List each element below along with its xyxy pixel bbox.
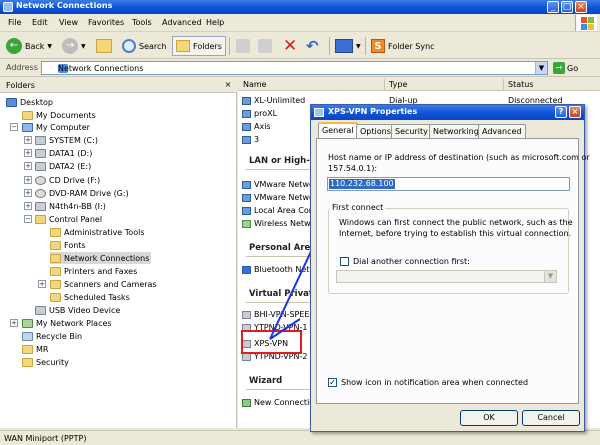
first-connect-desc-2: Internet, before trying to establish thi… [339,229,572,238]
dialog-title: XPS-VPN Properties [328,107,418,116]
host-address-input[interactable]: 110.232.68.100 [327,177,570,191]
dropdown-arrow-icon: ▼ [544,271,556,282]
tab-general[interactable]: General [318,122,358,139]
tab-options[interactable]: Options [356,124,395,138]
show-icon-label: Show icon in notification area when conn… [341,378,529,387]
dial-another-select[interactable]: ▼ [336,270,557,283]
properties-dialog: XPS-VPN Properties ? × General Options S… [310,104,590,432]
first-connect-legend: First connect [330,203,386,212]
cancel-button[interactable]: Cancel [522,410,580,426]
show-icon-checkbox[interactable]: ✓ [328,378,337,387]
dial-another-label: Dial another connection first: [353,257,470,266]
tab-security[interactable]: Security [391,124,432,138]
tab-advanced[interactable]: Advanced [478,124,526,138]
vpn-icon [314,108,324,117]
host-address-value: 110.232.68.100 [329,179,395,189]
tab-networking[interactable]: Networking [429,124,483,138]
host-label-line-2: 157.54.0.1): [328,164,378,173]
dialog-close-button[interactable]: × [569,106,581,118]
ok-button[interactable]: OK [460,410,518,426]
host-label-line-1: Host name or IP address of destination (… [328,153,590,162]
dialog-title-bar: XPS-VPN Properties ? × [311,105,584,120]
help-button[interactable]: ? [555,106,567,118]
first-connect-desc-1: Windows can first connect the public net… [339,218,573,227]
dial-another-checkbox[interactable] [340,257,349,266]
